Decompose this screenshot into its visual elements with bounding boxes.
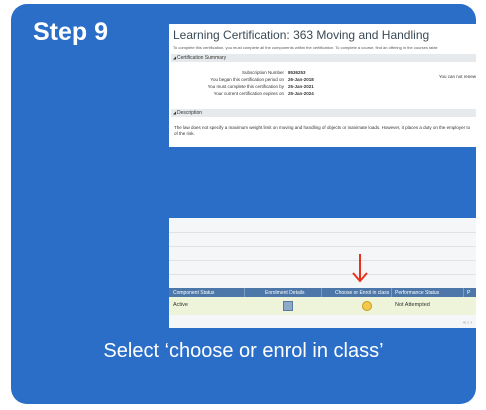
summary-value: 26-Jan-2018 (288, 77, 314, 82)
pagination[interactable]: « ‹ › (463, 320, 472, 326)
table-row: Active Not Attempted (169, 297, 476, 315)
column-header: Choose or Enrol in class (335, 290, 390, 296)
column-separator (463, 288, 464, 297)
description-text: The law does not specify a maximum weigh… (174, 125, 471, 136)
certification-screenshot: Learning Certification: 363 Moving and H… (169, 24, 476, 147)
column-separator (391, 288, 392, 297)
divider (169, 232, 476, 233)
component-status: Active (173, 302, 188, 308)
column-header: Performance Status (395, 290, 440, 296)
enrolment-details-icon[interactable] (283, 301, 293, 311)
table-header: Component Status Enrolment Details Choos… (169, 288, 476, 297)
column-separator (321, 288, 322, 297)
summary-row: You began this certification period on 2… (169, 77, 476, 84)
pointer-arrow-icon (352, 254, 368, 283)
summary-row: You must complete this certification by … (169, 84, 476, 91)
component-table-screenshot: Component Status Enrolment Details Choos… (169, 218, 476, 328)
summary-label: You must complete this certification by (207, 84, 284, 89)
summary-label: Subscription Number (241, 70, 284, 75)
summary-label: Your current certification expires on (213, 91, 284, 96)
collapse-triangle-icon: ◢ (173, 110, 177, 115)
column-header: P (467, 290, 471, 296)
column-header: Component Status (173, 290, 215, 296)
divider (169, 246, 476, 247)
divider (169, 274, 476, 275)
summary-section-header[interactable]: ◢ Certification Summary (171, 54, 476, 62)
step-title: Step 9 (33, 18, 109, 46)
summary-label: You began this certification period on (210, 77, 284, 82)
instruction-text: Select ‘choose or enrol in class’ (103, 340, 384, 362)
performance-status: Not Attempted (395, 302, 430, 308)
summary-value: 25-Jan-2021 (288, 84, 314, 89)
step-card: Step 9 Learning Certification: 363 Movin… (11, 4, 476, 404)
column-separator (244, 288, 245, 297)
summary-row: Your current certification expires on 25… (169, 91, 476, 98)
summary-row: Subscription Number 8536253 (169, 70, 476, 77)
renew-note: You can not renew (438, 74, 476, 79)
description-section-header[interactable]: ◢ Description (171, 109, 476, 117)
certification-intro: To complete this certification, you must… (173, 45, 438, 50)
summary-heading: Certification Summary (177, 55, 227, 61)
choose-or-enrol-class-icon[interactable] (362, 301, 372, 311)
column-header: Enrolment Details (265, 290, 305, 296)
summary-value: 25-Jan-2024 (288, 91, 314, 96)
certification-title: Learning Certification: 363 Moving and H… (173, 28, 430, 42)
divider (169, 260, 476, 261)
summary-value: 8536253 (288, 70, 306, 75)
collapse-triangle-icon: ◢ (173, 55, 177, 60)
description-heading: Description (177, 110, 203, 116)
